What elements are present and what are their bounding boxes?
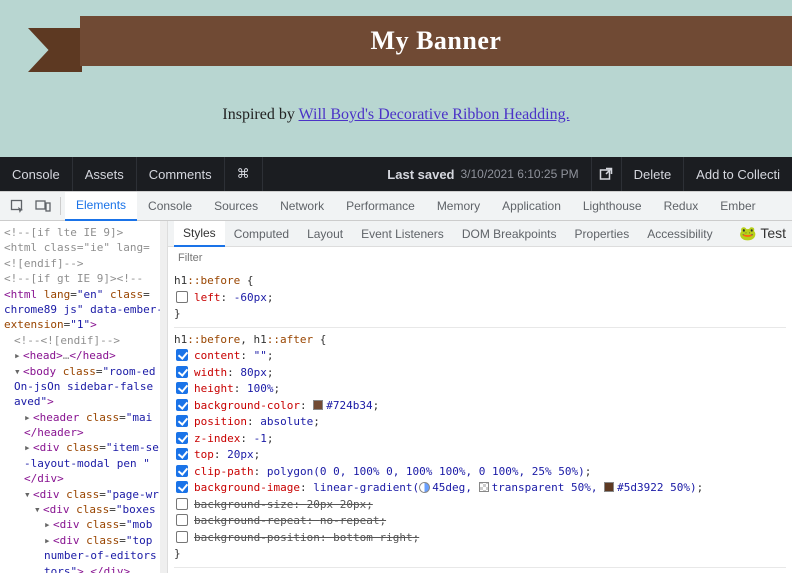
dom-node[interactable]: <!--[if lte IE 9]> [4,226,123,239]
toggle-checkbox[interactable] [176,514,188,526]
toggle-checkbox[interactable] [176,481,188,493]
credit-prefix: Inspired by [222,106,298,123]
tab-application[interactable]: Application [491,192,572,221]
toggle-checkbox[interactable] [176,399,188,411]
dom-node[interactable]: <!--[if gt IE 9]><!-- [4,272,143,285]
ribbon-tail [28,28,82,72]
css-rule[interactable]: h1::before { left: -60px; } [174,273,786,328]
codepen-assets-button[interactable]: Assets [73,157,137,191]
codepen-toolbar: Console Assets Comments ⌘ Last saved 3/1… [0,157,792,191]
styles-filter-input[interactable] [168,247,792,269]
subtab-accessibility[interactable]: Accessibility [638,221,721,247]
styles-filter [168,247,792,269]
toggle-checkbox[interactable] [176,448,188,460]
toggle-checkbox[interactable] [176,415,188,427]
subtab-dom-breakpoints[interactable]: DOM Breakpoints [453,221,566,247]
last-saved-label: Last saved [387,167,454,182]
codepen-console-button[interactable]: Console [0,157,73,191]
dom-node[interactable]: On-jsOn sidebar-false [14,380,153,393]
tab-lighthouse[interactable]: Lighthouse [572,192,653,221]
credit-line: Inspired by Will Boyd's Decorative Ribbo… [0,106,792,124]
devtools-panel: Elements Console Sources Network Perform… [0,191,792,573]
banner-ribbon: My Banner [80,16,792,66]
styles-subtabs: Styles Computed Layout Event Listeners D… [168,221,792,247]
color-swatch[interactable] [313,400,323,410]
toggle-checkbox[interactable] [176,382,188,394]
dom-node[interactable]: <!--<![endif]--> [14,334,120,347]
element-picker-button[interactable] [6,195,28,217]
toggle-checkbox[interactable] [176,531,188,543]
tab-elements[interactable]: Elements [65,192,137,221]
subtab-computed[interactable]: Computed [225,221,298,247]
tab-console[interactable]: Console [137,192,203,221]
divider [60,197,61,215]
delete-button[interactable]: Delete [622,157,685,191]
toggle-checkbox[interactable] [176,432,188,444]
dom-node[interactable]: chrome89 js" data-ember- [4,303,163,316]
frog-icon[interactable]: 🐸 Test [739,225,786,242]
subtab-layout[interactable]: Layout [298,221,352,247]
device-icon [35,199,51,213]
popout-button[interactable] [592,157,622,191]
tab-ember[interactable]: Ember [709,192,766,221]
command-icon: ⌘ [237,166,250,182]
credit-link[interactable]: Will Boyd's Decorative Ribbon Headding. [299,106,570,123]
css-prop[interactable]: left [194,291,221,304]
last-saved-time: 3/10/2021 6:10:25 PM [461,167,579,181]
devtools-tab-bar: Elements Console Sources Network Perform… [0,192,792,221]
inspect-icon [10,199,25,214]
color-swatch[interactable] [604,482,614,492]
tab-network[interactable]: Network [269,192,335,221]
css-rules-list[interactable]: h1::before { left: -60px; } h1::before, … [168,269,792,573]
styles-pane: Styles Computed Layout Event Listeners D… [168,221,792,573]
tab-sources[interactable]: Sources [203,192,269,221]
tab-performance[interactable]: Performance [335,192,426,221]
toggle-checkbox[interactable] [176,366,188,378]
dom-node[interactable]: <html class="ie" lang= [4,241,150,254]
popout-icon [599,167,613,181]
css-value[interactable]: -60px [234,291,267,304]
codepen-shortcuts-button[interactable]: ⌘ [225,157,263,191]
css-rule[interactable]: h1::before, h1::after { content: ""; wid… [174,332,786,568]
dom-node[interactable]: number-of-editors [44,549,157,562]
subtab-properties[interactable]: Properties [566,221,639,247]
last-saved: Last saved 3/10/2021 6:10:25 PM [375,157,591,191]
codepen-comments-button[interactable]: Comments [137,157,225,191]
tab-redux[interactable]: Redux [653,192,710,221]
toggle-checkbox[interactable] [176,291,188,303]
subtab-event-listeners[interactable]: Event Listeners [352,221,453,247]
dom-tree[interactable]: <!--[if lte IE 9]> <html class="ie" lang… [0,221,168,573]
angle-icon[interactable] [419,482,430,493]
preview-pane: My Banner Inspired by Will Boyd's Decora… [0,0,792,157]
subtab-styles[interactable]: Styles [174,221,225,247]
tab-memory[interactable]: Memory [426,192,491,221]
add-collection-button[interactable]: Add to Collecti [684,157,792,191]
device-toggle-button[interactable] [32,195,54,217]
banner-title: My Banner [371,26,502,56]
toggle-checkbox[interactable] [176,498,188,510]
toggle-checkbox[interactable] [176,465,188,477]
toggle-checkbox[interactable] [176,349,188,361]
dom-node[interactable]: <![endif]--> [4,257,83,270]
color-swatch[interactable] [479,482,489,492]
